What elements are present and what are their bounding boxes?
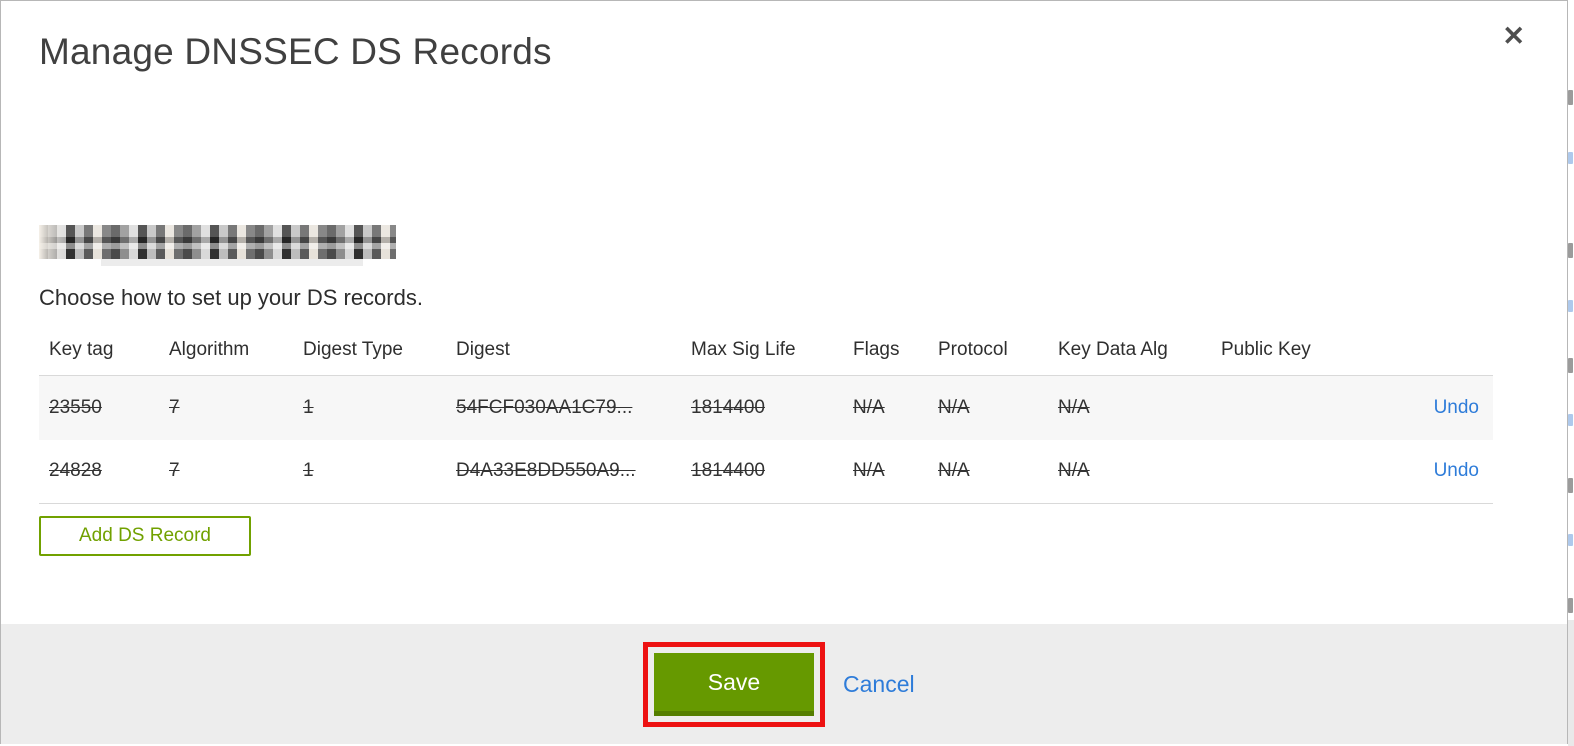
undo-link[interactable]: Undo bbox=[1434, 397, 1479, 418]
cell-flags: N/A bbox=[853, 460, 885, 482]
cell-key-tag: 24828 bbox=[49, 460, 102, 482]
header-algorithm: Algorithm bbox=[169, 339, 250, 360]
modal-footer: Save Cancel bbox=[1, 624, 1567, 744]
header-public-key: Public Key bbox=[1221, 339, 1311, 360]
table-row: 24828 7 1 D4A33E8DD550A9... 1814400 N/A … bbox=[39, 440, 1493, 504]
ds-records-table: Key tag Algorithm Digest Type Digest Max… bbox=[39, 331, 1493, 504]
page-title: Manage DNSSEC DS Records bbox=[39, 31, 552, 72]
header-digest: Digest bbox=[456, 339, 510, 360]
edge-glyph-fragment bbox=[1568, 300, 1573, 312]
cell-key-tag: 23550 bbox=[49, 396, 102, 418]
header-max-sig-life: Max Sig Life bbox=[691, 339, 796, 360]
cell-algorithm: 7 bbox=[169, 396, 180, 418]
redacted-domain-name bbox=[39, 225, 396, 266]
cell-digest: D4A33E8DD550A9... bbox=[456, 460, 636, 482]
page: Manage DNSSEC DS Records ✕ Choose how to… bbox=[0, 0, 1574, 746]
manage-dnssec-modal: Manage DNSSEC DS Records ✕ Choose how to… bbox=[0, 0, 1568, 744]
edge-glyph-fragment bbox=[1568, 243, 1573, 258]
edge-glyph-fragment bbox=[1568, 534, 1573, 546]
edge-glyph-fragment bbox=[1568, 478, 1573, 493]
save-button[interactable]: Save bbox=[654, 652, 814, 716]
cell-protocol: N/A bbox=[938, 460, 970, 482]
edge-glyph-fragment bbox=[1568, 152, 1573, 164]
save-highlight-box: Save bbox=[643, 641, 825, 727]
cell-key-data-alg: N/A bbox=[1058, 396, 1090, 418]
header-key-tag: Key tag bbox=[49, 339, 114, 360]
header-digest-type: Digest Type bbox=[303, 339, 403, 360]
cell-digest-type: 1 bbox=[303, 396, 314, 418]
cell-algorithm: 7 bbox=[169, 460, 180, 482]
cell-max-sig-life: 1814400 bbox=[691, 396, 765, 418]
edge-footer-strip bbox=[1568, 620, 1574, 746]
header-actions bbox=[1386, 331, 1493, 376]
close-icon[interactable]: ✕ bbox=[1502, 23, 1525, 50]
edge-glyph-fragment bbox=[1568, 90, 1573, 105]
edge-glyph-fragment bbox=[1568, 598, 1573, 613]
instruction-text: Choose how to set up your DS records. bbox=[39, 285, 423, 310]
cell-flags: N/A bbox=[853, 396, 885, 418]
undo-link[interactable]: Undo bbox=[1434, 460, 1479, 481]
add-ds-record-button[interactable]: Add DS Record bbox=[39, 516, 251, 556]
table-header-row: Key tag Algorithm Digest Type Digest Max… bbox=[39, 331, 1493, 376]
edge-glyph-fragment bbox=[1568, 414, 1573, 426]
cell-public-key bbox=[1211, 376, 1386, 440]
cell-protocol: N/A bbox=[938, 396, 970, 418]
cancel-link[interactable]: Cancel bbox=[843, 671, 915, 698]
table-row: 23550 7 1 54FCF030AA1C79... 1814400 N/A … bbox=[39, 375, 1493, 440]
edge-glyph-fragment bbox=[1568, 358, 1573, 373]
cell-max-sig-life: 1814400 bbox=[691, 460, 765, 482]
header-key-data-alg: Key Data Alg bbox=[1058, 339, 1168, 360]
background-page-edge bbox=[1568, 0, 1574, 746]
modal-body: Manage DNSSEC DS Records ✕ Choose how to… bbox=[1, 1, 1567, 624]
header-protocol: Protocol bbox=[938, 339, 1008, 360]
cell-public-key bbox=[1211, 440, 1386, 504]
cell-key-data-alg: N/A bbox=[1058, 460, 1090, 482]
header-flags: Flags bbox=[853, 339, 900, 360]
cell-digest-type: 1 bbox=[303, 460, 314, 482]
cell-digest: 54FCF030AA1C79... bbox=[456, 396, 633, 418]
